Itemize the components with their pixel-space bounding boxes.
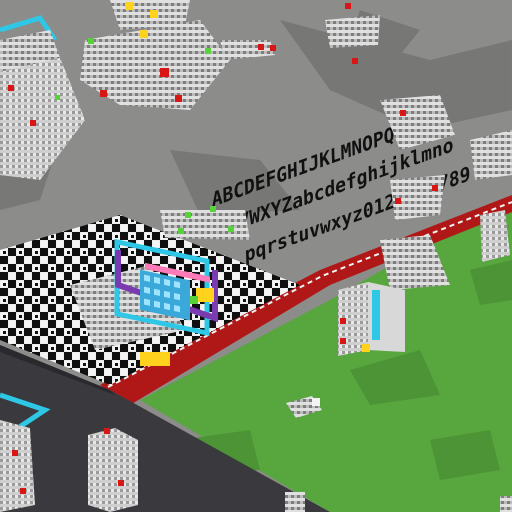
tower-bottom-left-2[interactable] bbox=[88, 428, 138, 512]
voxel-structure-green-pieces bbox=[160, 206, 250, 240]
voxel-world: ABCDEFGHIJKLMNOPQRST UVWXYZabcdefghijklm… bbox=[0, 0, 512, 512]
machine-yellow-block bbox=[196, 288, 214, 302]
game-viewport[interactable]: ABCDEFGHIJKLMNOPQRST UVWXYZabcdefghijklm… bbox=[0, 0, 512, 512]
tower-center-right[interactable] bbox=[338, 282, 405, 356]
machine-yellow-base bbox=[140, 352, 170, 366]
tower-bottom-left-1[interactable] bbox=[0, 420, 35, 512]
tower-right-edge[interactable] bbox=[480, 210, 510, 262]
machine-green-block bbox=[190, 296, 198, 304]
